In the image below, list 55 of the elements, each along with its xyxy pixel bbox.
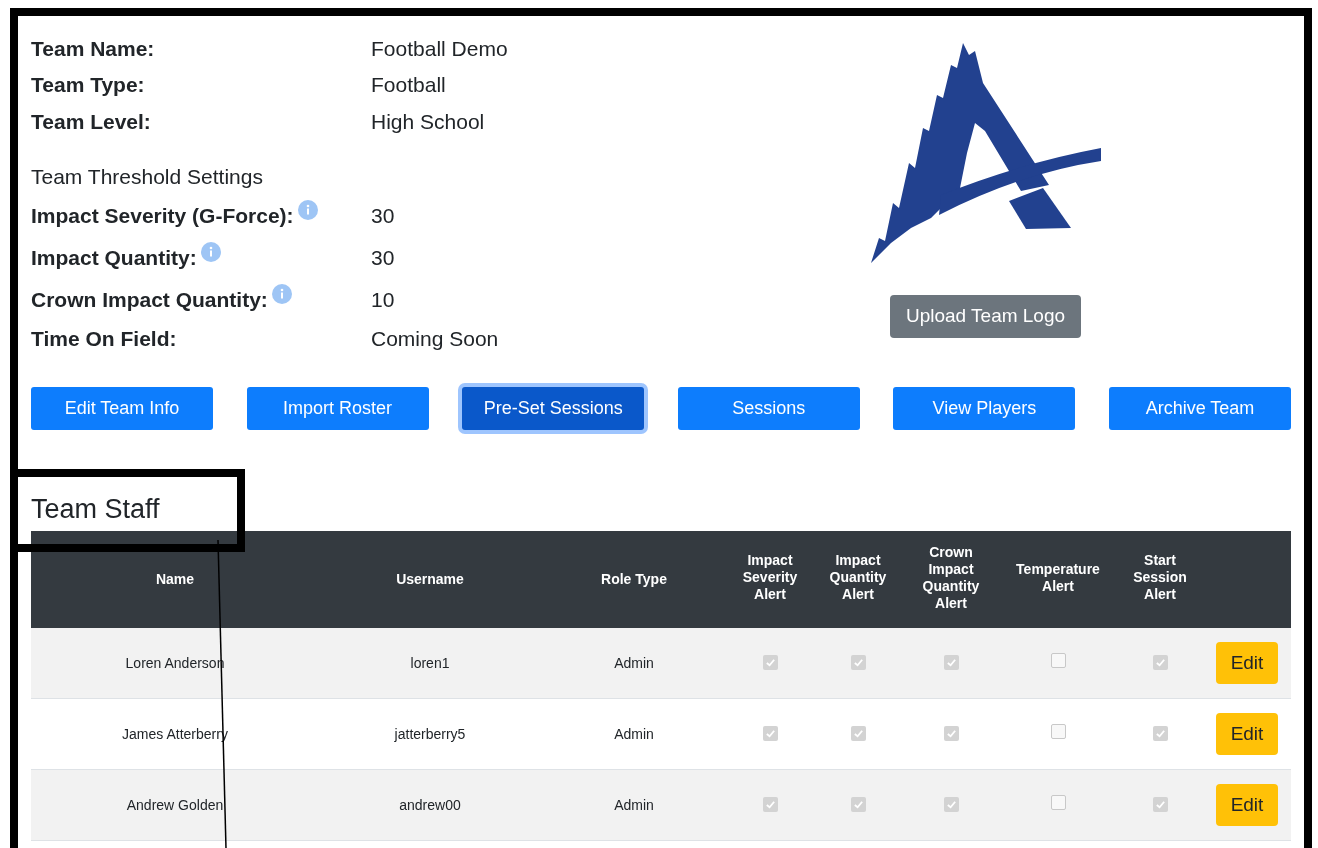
checkmark-icon — [945, 728, 957, 739]
checkmark-icon — [945, 799, 957, 810]
checkmark-icon — [764, 728, 776, 739]
field-value: Football — [371, 72, 446, 98]
table-cell: loren1 — [410, 654, 450, 671]
action-button[interactable]: Import Roster — [246, 386, 429, 430]
column-header: Username — [396, 571, 464, 588]
checkmark-icon — [1154, 799, 1166, 810]
edit-button[interactable]: Edit — [1216, 641, 1278, 684]
column-header: Impact Quantity Alert — [828, 552, 888, 603]
checkmark-icon — [852, 728, 864, 739]
edit-button[interactable]: Edit — [1216, 713, 1278, 755]
checkmark-icon — [764, 799, 776, 810]
field-label: Crown Impact Quantity: — [31, 286, 268, 313]
column-header: Impact Severity Alert — [741, 552, 799, 603]
field-label: Team Name: — [31, 35, 156, 62]
column-header: Temperature Alert — [1015, 560, 1101, 595]
field-value: Football Demo — [371, 35, 508, 62]
upload-logo-button[interactable]: Upload Team Logo — [889, 295, 1082, 338]
table-cell: Admin — [614, 726, 654, 742]
action-button[interactable]: Sessions — [677, 386, 860, 430]
table-cell: Admin — [614, 654, 654, 671]
field-value: 30 — [371, 202, 395, 229]
checkmark-icon — [945, 656, 957, 668]
checkmark-icon — [764, 656, 776, 668]
info-icon[interactable] — [200, 241, 221, 262]
column-header: Start Session Alert — [1132, 552, 1188, 603]
section-heading: Team Threshold Settings — [31, 163, 264, 190]
table-cell: Admin — [614, 797, 654, 813]
checkmark-icon — [852, 799, 864, 810]
field-label: Team Level: — [31, 108, 152, 135]
table-cell: jatterberry5 — [394, 726, 466, 742]
column-header: Role Type — [601, 571, 667, 588]
column-header: Crown Impact Quantity Alert — [921, 543, 981, 612]
field-label: Impact Quantity: — [31, 244, 197, 271]
section-heading: Team Staff — [31, 492, 161, 526]
field-value: Coming Soon — [371, 325, 499, 352]
info-icon[interactable] — [271, 283, 292, 304]
table-cell: andrew00 — [399, 797, 461, 813]
checkmark-icon — [1154, 656, 1166, 668]
field-value: 10 — [371, 286, 395, 313]
action-button[interactable]: Edit Team Info — [31, 386, 213, 430]
field-label: Impact Severity (G-Force): — [31, 202, 294, 229]
field-label: Time On Field: — [31, 325, 177, 352]
field-value: High School — [371, 108, 485, 135]
action-button[interactable]: View Players — [893, 386, 1076, 430]
table-cell: Andrew Golden — [126, 797, 224, 813]
field-label: Team Type: — [31, 72, 146, 98]
action-button[interactable]: Archive Team — [1109, 386, 1291, 430]
checkmark-icon — [1154, 728, 1166, 739]
field-value: 30 — [371, 244, 395, 271]
checkmark-icon — [852, 656, 864, 668]
column-header: Name — [155, 571, 195, 588]
edit-button[interactable]: Edit — [1216, 784, 1278, 826]
info-icon[interactable] — [297, 199, 318, 220]
